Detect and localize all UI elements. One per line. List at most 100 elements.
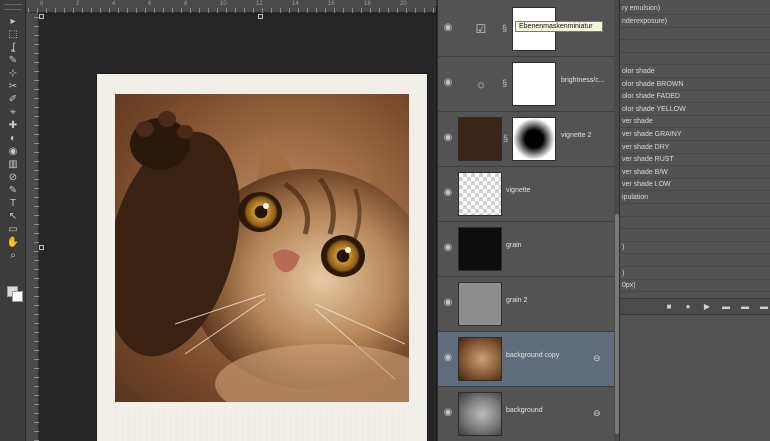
- slice-tool-icon[interactable]: ✂: [6, 81, 20, 92]
- layer-thumbnail[interactable]: [458, 282, 502, 326]
- action-item[interactable]: ry emulsion): [620, 3, 770, 15]
- action-item[interactable]: olor shade: [620, 66, 770, 78]
- eyedropper-tool-icon[interactable]: ✐: [6, 94, 20, 105]
- action-item[interactable]: [620, 217, 770, 230]
- action-item[interactable]: [620, 41, 770, 53]
- action-item[interactable]: ): [620, 242, 770, 255]
- ruler-tick: [163, 8, 164, 13]
- eraser-tool-icon[interactable]: ⊘: [6, 172, 20, 183]
- action-item[interactable]: nderexposure): [620, 16, 770, 28]
- action-item[interactable]: ver shade: [620, 116, 770, 129]
- visibility-eye-icon[interactable]: ◉: [442, 188, 454, 198]
- visibility-eye-icon[interactable]: ◉: [442, 78, 454, 88]
- ruler-tick: [388, 8, 389, 13]
- ruler-tick: [136, 8, 137, 13]
- layer-row[interactable]: ◉ vignette: [438, 167, 614, 222]
- quick-select-tool-icon[interactable]: ✎: [6, 55, 20, 66]
- transform-handle-tl[interactable]: [39, 14, 44, 19]
- action-item[interactable]: 0px): [620, 280, 770, 293]
- hand-tool-icon[interactable]: ✋: [6, 237, 20, 248]
- ruler-number: 18: [364, 1, 371, 7]
- action-item[interactable]: olor shade BROWN: [620, 79, 770, 91]
- blur-tool-icon[interactable]: ◉: [6, 146, 20, 157]
- background-color-swatch[interactable]: [12, 291, 23, 302]
- mask-link-chain-icon[interactable]: §: [503, 132, 510, 144]
- new-action-icon[interactable]: ▬: [740, 302, 750, 312]
- visibility-eye-icon[interactable]: ◉: [442, 133, 454, 143]
- transform-handle-tc[interactable]: [258, 14, 263, 19]
- vertical-ruler[interactable]: [26, 13, 39, 441]
- panel-grip[interactable]: [4, 4, 22, 10]
- layer-name[interactable]: vignette 2: [561, 132, 591, 139]
- lasso-tool-icon[interactable]: ʆ: [6, 42, 20, 53]
- ruler-tick: [307, 8, 308, 13]
- shape-tool-icon[interactable]: ▭: [6, 224, 20, 235]
- gradient-tool-icon[interactable]: ▥: [6, 159, 20, 170]
- layer-name[interactable]: vignette: [506, 187, 531, 194]
- layer-row[interactable]: ◉ § vignette 2: [438, 112, 614, 167]
- layer-thumbnail[interactable]: [458, 392, 502, 436]
- transform-handle-ml[interactable]: [39, 245, 44, 250]
- layer-name[interactable]: brightness/c...: [561, 77, 605, 84]
- ruler-tick: [199, 8, 200, 13]
- zoom-tool-icon[interactable]: ⌕: [6, 250, 20, 261]
- mask-link-chain-icon[interactable]: §: [502, 77, 509, 89]
- layer-row[interactable]: ◉ ☼ § brightness/c...: [438, 57, 614, 112]
- layer-row[interactable]: ◉ background ⊖: [438, 387, 614, 441]
- delete-action-icon[interactable]: ▬: [759, 302, 769, 312]
- action-item[interactable]: [620, 230, 770, 242]
- marquee-tool-icon[interactable]: ⬚: [6, 29, 20, 40]
- action-item[interactable]: olor shade YELLOW: [620, 104, 770, 116]
- stop-recording-icon[interactable]: ■: [664, 302, 674, 312]
- action-item[interactable]: ver shade DRY: [620, 142, 770, 154]
- ruler-tick: [271, 8, 272, 13]
- record-icon[interactable]: ●: [683, 302, 693, 312]
- layer-row[interactable]: ◉ grain 2: [438, 277, 614, 332]
- dodge-tool-icon[interactable]: ◐: [6, 133, 20, 144]
- layer-name[interactable]: background: [506, 407, 543, 414]
- horizontal-ruler[interactable]: 0246810121416182022: [26, 0, 443, 13]
- visibility-eye-icon[interactable]: ◉: [442, 353, 454, 363]
- action-item[interactable]: ver shade GRAINY: [620, 129, 770, 141]
- move-tool-icon[interactable]: ▸: [6, 16, 20, 27]
- layer-name[interactable]: background copy: [506, 352, 559, 359]
- action-item[interactable]: ipulation: [620, 192, 770, 204]
- ruler-tick: [397, 8, 398, 13]
- visibility-eye-icon[interactable]: ◉: [442, 243, 454, 253]
- layer-name[interactable]: grain 2: [506, 297, 527, 304]
- crop-tool-icon[interactable]: ⊹: [6, 68, 20, 79]
- mask-link-chain-icon[interactable]: §: [502, 22, 509, 34]
- action-item[interactable]: [620, 53, 770, 66]
- healing-tool-icon[interactable]: ⌖: [6, 107, 20, 118]
- ruler-tick: [154, 8, 155, 13]
- layer-thumbnail[interactable]: [458, 227, 502, 271]
- action-item[interactable]: ver shade B/W: [620, 167, 770, 179]
- layer-mask-thumbnail[interactable]: [512, 117, 556, 161]
- visibility-eye-icon[interactable]: ◉: [442, 408, 454, 418]
- layer-thumbnail[interactable]: [458, 337, 502, 381]
- action-item[interactable]: olor shade FADED: [620, 91, 770, 104]
- action-item[interactable]: [620, 28, 770, 41]
- document-canvas[interactable]: [39, 14, 436, 441]
- action-item[interactable]: [620, 205, 770, 217]
- layer-row[interactable]: ◉ background copy ⊖: [438, 332, 614, 387]
- type-tool-icon[interactable]: T: [6, 198, 20, 209]
- layer-mask-thumbnail[interactable]: [512, 62, 556, 106]
- action-item[interactable]: ): [620, 268, 770, 280]
- layer-row[interactable]: ◉ grain: [438, 222, 614, 277]
- action-item[interactable]: ver shade RUST: [620, 154, 770, 167]
- pen-tool-icon[interactable]: ✎: [6, 185, 20, 196]
- play-action-icon[interactable]: ▶: [702, 302, 712, 312]
- layer-thumbnail[interactable]: [458, 172, 502, 216]
- path-select-tool-icon[interactable]: ↖: [6, 211, 20, 222]
- visibility-eye-icon[interactable]: ◉: [442, 298, 454, 308]
- action-item[interactable]: ver shade LOW: [620, 179, 770, 192]
- ruler-tick: [64, 8, 65, 13]
- brush-tool-icon[interactable]: ✚: [6, 120, 20, 131]
- layer-thumbnail[interactable]: [458, 117, 502, 161]
- visibility-eye-icon[interactable]: ◉: [442, 23, 454, 33]
- ruler-tick: [262, 8, 263, 13]
- layer-name[interactable]: grain: [506, 242, 522, 249]
- new-set-icon[interactable]: ▬: [721, 302, 731, 312]
- action-item[interactable]: [620, 255, 770, 267]
